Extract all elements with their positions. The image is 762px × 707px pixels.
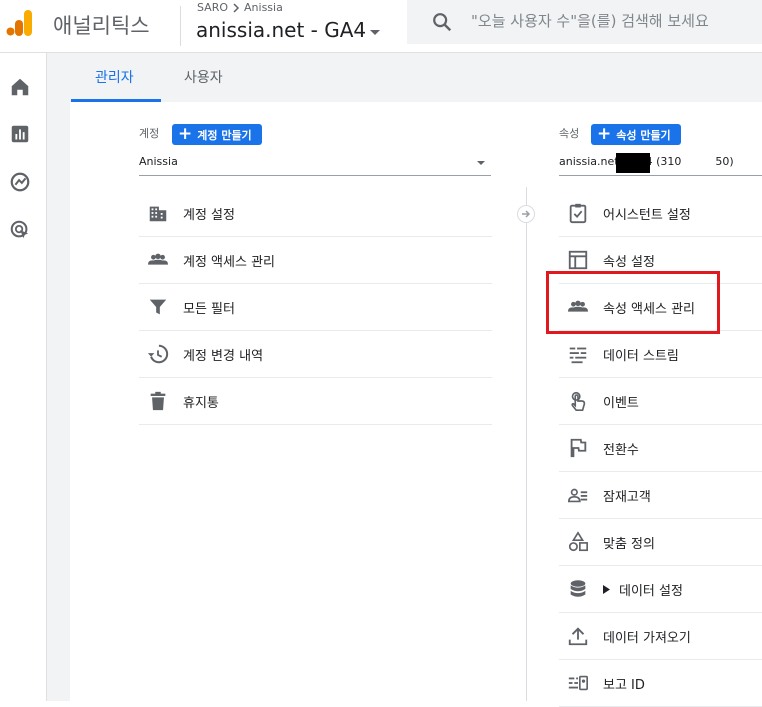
assistant-settings-label: 어시스턴트 설정 xyxy=(603,207,691,223)
filter-icon xyxy=(149,299,167,315)
breadcrumb-child: Anissia xyxy=(244,1,283,14)
account-select-value: Anissia xyxy=(139,155,178,168)
expand-arrow-icon[interactable] xyxy=(603,585,610,594)
people-icon xyxy=(147,253,169,265)
create-account-button[interactable]: + 계정 만들기 xyxy=(172,124,262,145)
conversions-label: 전환수 xyxy=(603,442,639,458)
trash-item[interactable]: 휴지통 xyxy=(139,378,492,425)
column-divider xyxy=(526,187,527,701)
main-content: 관리자 사용자 계정 + 계정 만들기 Anissia 계정 설정 계정 액세스… xyxy=(47,53,762,707)
account-history-label: 계정 변경 내역 xyxy=(183,348,264,364)
layout-icon xyxy=(568,250,588,270)
app-title: 애널리틱스 xyxy=(53,14,150,38)
reporting-id-icon xyxy=(568,675,588,691)
reporting-id-item[interactable]: 보고 ID xyxy=(559,660,762,707)
upload-icon xyxy=(568,627,588,646)
conversions-item[interactable]: 전환수 xyxy=(559,425,762,472)
data-import-item[interactable]: 데이터 가져오기 xyxy=(559,613,762,660)
building-icon xyxy=(149,206,167,222)
property-settings-label: 속성 설정 xyxy=(603,254,655,270)
reports-icon[interactable] xyxy=(9,123,31,145)
streams-icon xyxy=(569,347,587,364)
account-settings-item[interactable]: 계정 설정 xyxy=(139,190,492,237)
data-streams-label: 데이터 스트림 xyxy=(603,348,679,364)
database-icon xyxy=(570,580,586,597)
account-history-item[interactable]: 계정 변경 내역 xyxy=(139,331,492,378)
data-import-label: 데이터 가져오기 xyxy=(603,630,691,646)
property-select[interactable]: anissia.net - GA4 (31050) xyxy=(559,152,762,176)
header-divider xyxy=(180,6,181,46)
admin-tabs: 관리자 사용자 xyxy=(47,53,762,102)
advertising-icon[interactable] xyxy=(9,219,31,241)
search-icon xyxy=(433,13,452,32)
property-title: anissia.net - GA4 xyxy=(196,18,367,42)
data-settings-item[interactable]: 데이터 설정 xyxy=(559,566,762,613)
top-header: 애널리틱스 SARO Anissia anissia.net - GA4 xyxy=(0,0,762,53)
data-streams-item[interactable]: 데이터 스트림 xyxy=(559,331,762,378)
flag-icon xyxy=(570,438,587,458)
home-icon[interactable] xyxy=(9,76,31,98)
audiences-label: 잠재고객 xyxy=(603,489,651,505)
dropdown-arrow-icon xyxy=(477,161,485,165)
assistant-settings-item[interactable]: 어시스턴트 설정 xyxy=(559,190,762,237)
property-label: 속성 xyxy=(559,127,580,140)
redaction-block xyxy=(616,153,650,173)
account-label: 계정 xyxy=(139,127,160,140)
property-id-suffix: 50) xyxy=(715,155,734,168)
account-access-item[interactable]: 계정 액세스 관리 xyxy=(139,237,492,284)
property-selector[interactable]: anissia.net - GA4 xyxy=(196,18,381,42)
trash-icon xyxy=(150,391,166,411)
admin-panel: 계정 + 계정 만들기 Anissia 계정 설정 계정 액세스 관리 모든 필… xyxy=(70,102,762,707)
create-property-button[interactable]: + 속성 만들기 xyxy=(591,124,681,145)
arrow-right-circle-icon xyxy=(517,205,535,223)
tab-admin[interactable]: 관리자 xyxy=(95,67,134,87)
search-input[interactable] xyxy=(471,7,761,35)
create-account-label: 계정 만들기 xyxy=(197,128,252,142)
property-menu: 어시스턴트 설정 속성 설정 속성 액세스 관리 데이터 스트림 이벤트 전환수… xyxy=(559,190,762,707)
tab-user[interactable]: 사용자 xyxy=(184,67,223,87)
plus-icon: + xyxy=(178,124,193,144)
breadcrumb-parent: SARO xyxy=(197,1,229,14)
account-settings-label: 계정 설정 xyxy=(183,207,235,223)
custom-definitions-label: 맞춤 정의 xyxy=(603,536,655,552)
red-highlight-box xyxy=(546,271,720,334)
history-icon xyxy=(147,344,169,364)
breadcrumb[interactable]: SARO Anissia xyxy=(197,1,283,14)
audience-icon xyxy=(568,488,588,503)
plus-icon: + xyxy=(597,124,612,144)
account-access-label: 계정 액세스 관리 xyxy=(183,254,275,270)
trash-label: 휴지통 xyxy=(183,395,219,411)
touch-icon xyxy=(571,391,586,411)
analytics-logo[interactable] xyxy=(6,8,34,38)
explore-icon[interactable] xyxy=(9,171,31,193)
clipboard-check-icon xyxy=(569,203,587,224)
all-filters-label: 모든 필터 xyxy=(183,301,235,317)
account-select[interactable]: Anissia xyxy=(139,152,491,176)
data-settings-label: 데이터 설정 xyxy=(619,583,683,599)
shapes-icon xyxy=(568,531,588,552)
account-menu: 계정 설정 계정 액세스 관리 모든 필터 계정 변경 내역 휴지통 xyxy=(139,190,492,425)
search-bar[interactable] xyxy=(407,0,762,44)
audiences-item[interactable]: 잠재고객 xyxy=(559,472,762,519)
chevron-right-icon xyxy=(233,2,240,13)
create-property-label: 속성 만들기 xyxy=(616,128,671,142)
events-label: 이벤트 xyxy=(603,395,639,411)
events-item[interactable]: 이벤트 xyxy=(559,378,762,425)
custom-definitions-item[interactable]: 맞춤 정의 xyxy=(559,519,762,566)
reporting-id-label: 보고 ID xyxy=(603,677,645,693)
caret-down-icon xyxy=(370,29,381,35)
all-filters-item[interactable]: 모든 필터 xyxy=(139,284,492,331)
left-nav-rail xyxy=(0,53,47,701)
